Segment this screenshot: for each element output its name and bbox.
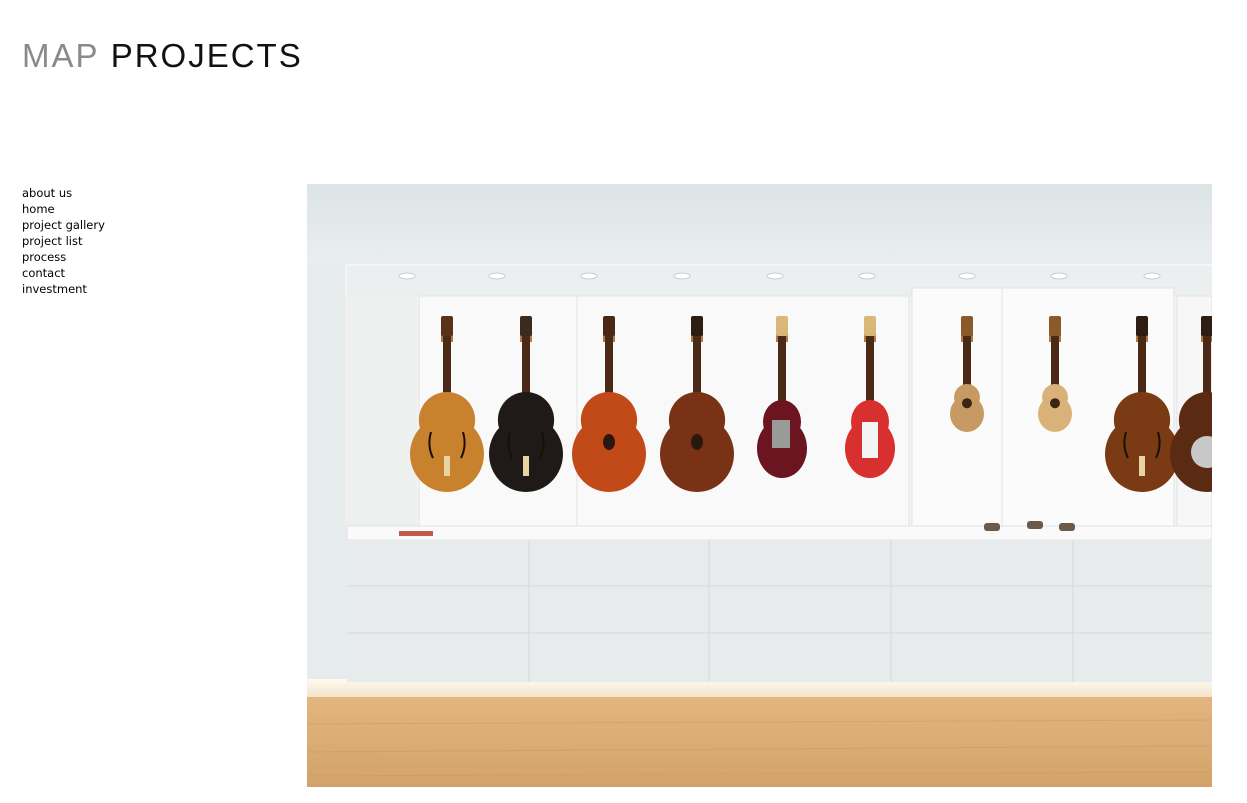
nav-link-contact[interactable]: contact bbox=[22, 265, 105, 281]
logo-part-projects: PROJECTS bbox=[110, 37, 303, 74]
site-logo[interactable]: MAP PROJECTS bbox=[22, 36, 303, 76]
nav-link-about-us[interactable]: about us bbox=[22, 185, 105, 201]
project-photo[interactable] bbox=[307, 184, 1212, 787]
nav-link-project-gallery[interactable]: project gallery bbox=[22, 217, 105, 233]
logo-part-map: MAP bbox=[22, 37, 100, 74]
nav-link-project-list[interactable]: project list bbox=[22, 233, 105, 249]
nav-link-investment[interactable]: investment bbox=[22, 281, 105, 297]
nav-link-process[interactable]: process bbox=[22, 249, 105, 265]
nav-link-home[interactable]: home bbox=[22, 201, 105, 217]
main-nav: about us home project gallery project li… bbox=[22, 185, 105, 297]
